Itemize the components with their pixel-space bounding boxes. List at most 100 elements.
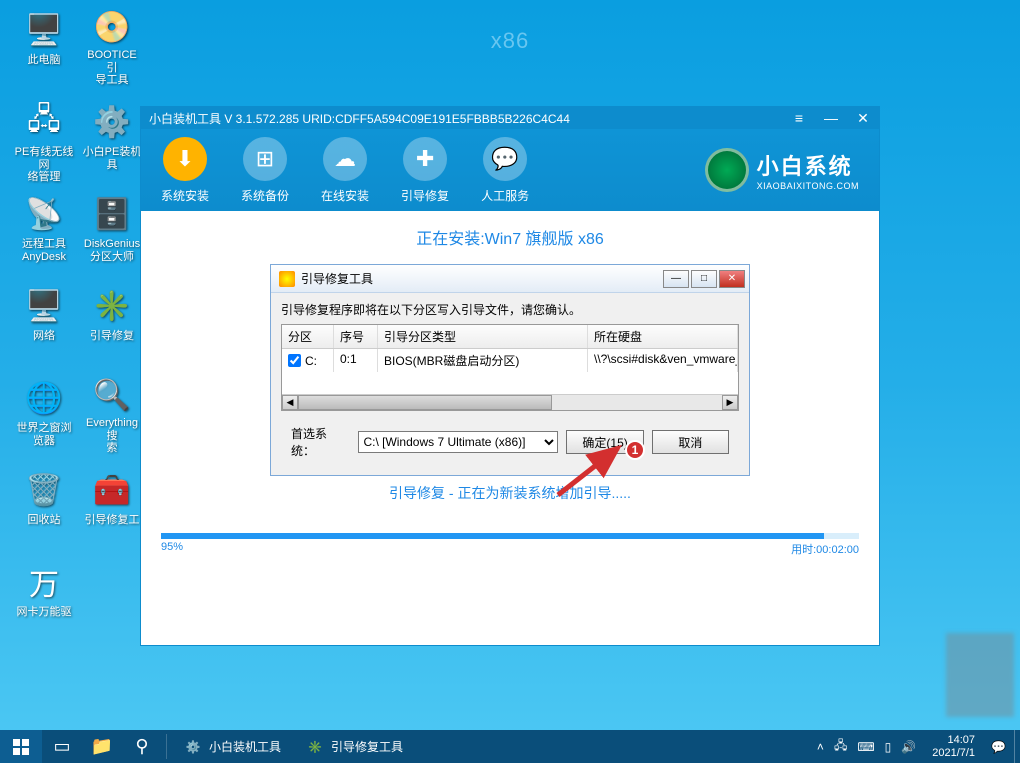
desktop-icon[interactable]: 🗄️DiskGenius分区大师 — [82, 194, 142, 270]
col-sequence[interactable]: 序号 — [334, 325, 378, 348]
desktop-icon-glyph: 📀 — [92, 10, 132, 45]
brand-logo-icon — [705, 148, 749, 192]
scroll-thumb[interactable] — [298, 395, 552, 410]
dialog-message: 引导修复程序即将在以下分区写入引导文件，请您确认。 — [281, 301, 739, 318]
desktop-icon-glyph: 🧰 — [92, 470, 132, 510]
ok-button[interactable]: 确定(15) — [566, 430, 643, 454]
desktop-icon[interactable]: ⚙️小白PE装机具 — [82, 102, 142, 178]
desktop-icon[interactable]: 🖧PE有线无线网络管理 — [14, 102, 74, 178]
notifications-icon[interactable]: 💬 — [991, 740, 1006, 754]
desktop-icon-glyph: 🖥️ — [24, 10, 64, 50]
dialog-maximize-button[interactable]: □ — [691, 270, 717, 288]
desktop-icon[interactable]: 🖥️ 网络 — [14, 286, 74, 362]
tray-sound-icon[interactable]: 🔊 — [901, 740, 916, 754]
toolbar-系统备份[interactable]: ⊞ 系统备份 — [241, 137, 289, 204]
taskbar-app[interactable]: ⚙️小白装机工具 — [171, 730, 293, 763]
brand-name: 小白系统 — [757, 149, 859, 181]
desktop-icon-label: 世界之窗浏览器 — [17, 422, 72, 447]
desktop-icon[interactable]: 📡 远程工具AnyDesk — [14, 194, 74, 270]
app-title: 小白装机工具 V 3.1.572.285 URID:CDFF5A594C09E1… — [149, 110, 570, 127]
col-partition[interactable]: 分区 — [282, 325, 334, 348]
desktop-icon-label: PE有线无线网络管理 — [14, 146, 74, 184]
scroll-left-icon[interactable]: ◀ — [282, 395, 298, 410]
app-toolbar: ⬇系统安装 ⊞ 系统备份 ☁在线安装 ✚ 引导修复 💬人工服务 小白系统 XIAOBAIXI… — [141, 129, 879, 211]
col-type[interactable]: 引导分区类型 — [378, 325, 588, 348]
scroll-right-icon[interactable]: ▶ — [722, 395, 738, 410]
wifi-button[interactable]: ⚲ — [122, 730, 162, 763]
horizontal-scrollbar[interactable]: ◀ ▶ — [282, 394, 738, 410]
show-desktop-button[interactable] — [1014, 730, 1020, 763]
progress-percent: 95% — [161, 541, 183, 557]
preferred-system-select[interactable]: C:\ [Windows 7 Ultimate (x86)] — [358, 431, 558, 453]
desktop-icon-glyph: 🔍 — [92, 378, 132, 413]
elapsed-time: 用时:00:02:00 — [791, 541, 859, 557]
table-row[interactable]: C:0:1BIOS(MBR磁盘启动分区)\\?\scsi#disk&ven_vm… — [282, 349, 738, 372]
desktop-icon[interactable]: 🔍 Everything搜索 — [82, 378, 142, 454]
desktop-icon-glyph: 🗑️ — [24, 470, 64, 510]
tray-battery-icon[interactable]: ▯ — [885, 740, 892, 754]
desktop-icon-label: DiskGenius分区大师 — [84, 238, 140, 263]
taskbar-clock[interactable]: 14:07 2021/7/1 — [926, 734, 981, 759]
desktop-icon-label: 网卡万能驱 — [17, 606, 72, 619]
desktop-icon[interactable]: 🗑️ 回收站 — [14, 470, 74, 546]
boot-repair-dialog: 引导修复工具 — □ ✕ 引导修复程序即将在以下分区写入引导文件，请您确认。 分… — [270, 264, 750, 476]
tray-up-icon[interactable]: ˄ — [817, 740, 824, 754]
desktop-icon-label: 引导修复工 — [85, 514, 140, 527]
tray-keyboard-icon[interactable]: ⌨ — [857, 740, 874, 754]
desktop-icon[interactable]: ✳️引导修复 — [82, 286, 142, 362]
desktop-icon-glyph: 🖧 — [24, 102, 64, 142]
desktop-icon-glyph: 🖥️ — [24, 286, 64, 326]
progress-bar — [161, 533, 859, 539]
col-disk[interactable]: 所在硬盘 — [588, 325, 738, 348]
start-button[interactable] — [0, 730, 42, 763]
desktop-icon-label: 此电脑 — [28, 54, 61, 67]
toolbar-系统安装[interactable]: ⬇系统安装 — [161, 137, 209, 204]
dialog-titlebar[interactable]: 引导修复工具 — □ ✕ — [271, 265, 749, 293]
desktop-icon-label: 网络 — [33, 330, 55, 343]
close-icon[interactable]: ✕ — [855, 110, 871, 126]
toolbar-icon: ⊞ — [243, 137, 287, 181]
desktop-icon[interactable]: 📀 BOOTICE引导工具 — [82, 10, 142, 86]
desktop-icon-label: 回收站 — [28, 514, 61, 527]
taskbar: ▭ 📁 ⚲ ⚙️小白装机工具✳️引导修复工具 ˄ 🖧 ⌨ ▯ 🔊 14:07 2… — [0, 730, 1020, 763]
partition-checkbox[interactable] — [288, 354, 301, 367]
dialog-minimize-button[interactable]: — — [663, 270, 689, 288]
desktop-icon[interactable]: 🧰 引导修复工 — [82, 470, 142, 546]
toolbar-label: 人工服务 — [481, 187, 529, 204]
dialog-icon — [279, 271, 295, 287]
cancel-button[interactable]: 取消 — [652, 430, 729, 454]
desktop-icon-glyph: 万 — [24, 562, 64, 602]
desktop-icon-label: BOOTICE引导工具 — [82, 49, 142, 87]
desktop-icon-glyph: ⚙️ — [92, 102, 132, 142]
toolbar-人工服务[interactable]: 💬人工服务 — [481, 137, 529, 204]
desktop-icon-label: 远程工具AnyDesk — [22, 238, 66, 263]
minimize-icon[interactable]: — — [823, 110, 839, 126]
toolbar-在线安装[interactable]: ☁在线安装 — [321, 137, 369, 204]
desktop-icon[interactable]: 万网卡万能驱 — [14, 562, 74, 638]
menu-icon[interactable]: ≡ — [791, 110, 807, 126]
desktop-icon[interactable]: 🌐世界之窗浏览器 — [14, 378, 74, 454]
preferred-system-label: 首选系统： — [291, 425, 350, 459]
toolbar-label: 引导修复 — [401, 187, 449, 204]
tray-blur — [946, 633, 1014, 717]
toolbar-icon: ✚ — [403, 137, 447, 181]
explorer-button[interactable]: 📁 — [82, 730, 122, 763]
brand: 小白系统 XIAOBAIXITONG.COM — [705, 148, 859, 192]
taskbar-app-icon: ✳️ — [305, 737, 325, 757]
toolbar-引导修复[interactable]: ✚ 引导修复 — [401, 137, 449, 204]
toolbar-icon: ⬇ — [163, 137, 207, 181]
dialog-close-button[interactable]: ✕ — [719, 270, 745, 288]
taskbar-app[interactable]: ✳️引导修复工具 — [293, 730, 415, 763]
desktop-icon-glyph: 📡 — [24, 194, 64, 234]
taskview-button[interactable]: ▭ — [42, 730, 82, 763]
dialog-title: 引导修复工具 — [301, 270, 373, 287]
desktop-icon-label: Everything搜索 — [82, 417, 142, 455]
desktop-icon[interactable]: 🖥️ 此电脑 — [14, 10, 74, 86]
app-titlebar[interactable]: 小白装机工具 V 3.1.572.285 URID:CDFF5A594C09E1… — [141, 107, 879, 129]
desktop-icon-glyph: ✳️ — [92, 286, 132, 326]
status-message: 引导修复 - 正在为新装系统增加引导..... — [161, 483, 859, 503]
tray-network-icon[interactable]: 🖧 — [834, 736, 847, 757]
brand-url: XIAOBAIXITONG.COM — [757, 181, 859, 191]
install-title: 正在安装:Win7 旗舰版 x86 — [161, 225, 859, 249]
toolbar-label: 系统备份 — [241, 187, 289, 204]
